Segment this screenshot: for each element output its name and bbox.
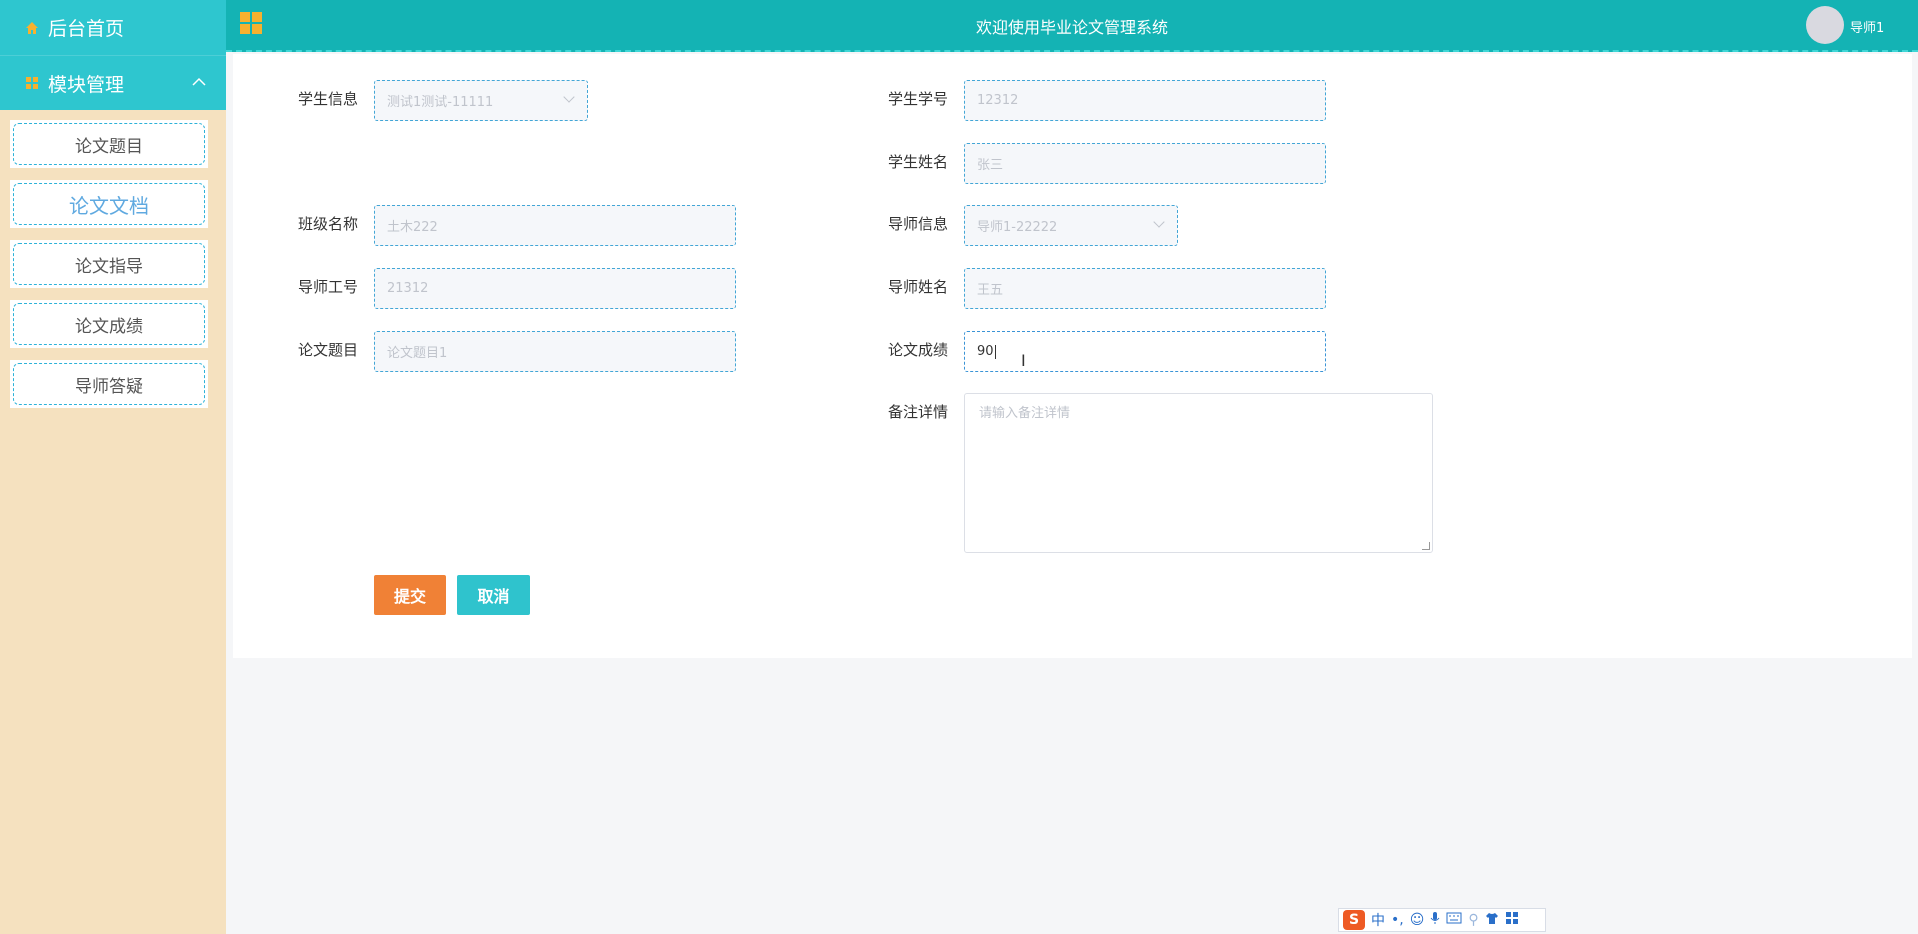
paper-title-label: 论文题目	[298, 341, 359, 359]
ime-logo-icon[interactable]: S	[1343, 910, 1365, 930]
page-title: 欢迎使用毕业论文管理系统	[975, 18, 1168, 37]
paper-score-label: 论文成绩	[888, 341, 949, 359]
tutor-name-field[interactable]: 王五	[964, 268, 1326, 309]
chevron-up-icon[interactable]	[192, 75, 206, 91]
tutor-info-value: 导师1-22222	[977, 220, 1058, 235]
sidebar: 后台首页 模块管理 论文题目 论文文档 论文指导 论文成绩 导师答疑	[0, 0, 226, 934]
form-panel: 学生信息 测试1测试-11111 班级名称 土木222 导师工号 21312 论…	[233, 54, 1912, 658]
sidebar-submenu: 论文题目 论文文档 论文指导 论文成绩 导师答疑	[0, 110, 226, 408]
cancel-button[interactable]: 取消	[457, 575, 530, 615]
sidebar-item-label: 论文成绩	[13, 303, 205, 345]
sidebar-item-paper-guide[interactable]: 论文指导	[10, 240, 208, 288]
sidebar-module-label: 模块管理	[48, 73, 125, 96]
mouse-cursor-icon: I	[1021, 351, 1026, 370]
chevron-down-icon	[1153, 216, 1165, 228]
student-info-select[interactable]: 测试1测试-11111	[374, 80, 588, 121]
mic-icon[interactable]	[1430, 911, 1440, 929]
home-icon	[24, 20, 40, 36]
paper-title-field[interactable]: 论文题目1	[374, 331, 736, 372]
sidebar-item-label: 论文题目	[13, 123, 205, 165]
tutor-info-label: 导师信息	[888, 215, 949, 233]
module-icon	[24, 75, 40, 91]
ime-punct-toggle[interactable]: •,	[1391, 912, 1404, 928]
sidebar-header: 后台首页 模块管理	[0, 0, 226, 110]
paper-score-value: 90	[977, 344, 994, 359]
user-name[interactable]: 导师1	[1850, 17, 1884, 36]
tutor-name-label: 导师姓名	[888, 278, 949, 296]
submit-button[interactable]: 提交	[374, 575, 446, 615]
student-no-field[interactable]: 12312	[964, 80, 1326, 121]
class-name-label: 班级名称	[298, 215, 359, 233]
emoji-icon[interactable]: ☺	[1410, 912, 1425, 928]
top-bar: 欢迎使用毕业论文管理系统 导师1	[226, 0, 1918, 52]
text-caret	[995, 345, 996, 359]
sidebar-item-paper-title[interactable]: 论文题目	[10, 120, 208, 168]
sidebar-item-label: 导师答疑	[13, 363, 205, 405]
remarks-label: 备注详情	[888, 403, 949, 421]
sidebar-item-label: 论文文档	[13, 183, 205, 225]
student-name-field[interactable]: 张三	[964, 143, 1326, 184]
sidebar-item-label: 论文指导	[13, 243, 205, 285]
tutor-no-label: 导师工号	[298, 278, 359, 296]
tutor-no-field[interactable]: 21312	[374, 268, 736, 309]
class-name-field[interactable]: 土木222	[374, 205, 736, 246]
resize-handle-icon[interactable]	[1422, 542, 1430, 550]
student-info-label: 学生信息	[298, 90, 359, 108]
student-info-value: 测试1测试-11111	[387, 95, 494, 110]
shirt-icon[interactable]	[1485, 912, 1499, 929]
sidebar-item-home[interactable]: 后台首页	[0, 0, 226, 55]
grid-icon[interactable]	[1505, 911, 1519, 929]
student-no-label: 学生学号	[888, 90, 949, 108]
ime-lang-toggle[interactable]: 中	[1371, 910, 1385, 930]
sidebar-item-paper-doc[interactable]: 论文文档	[10, 180, 208, 228]
class-name-value: 土木222	[387, 220, 438, 235]
tutor-info-select[interactable]: 导师1-22222	[964, 205, 1178, 246]
sidebar-item-paper-score[interactable]: 论文成绩	[10, 300, 208, 348]
keyboard-icon[interactable]	[1446, 912, 1462, 928]
sidebar-item-module[interactable]: 模块管理	[0, 55, 226, 110]
student-name-label: 学生姓名	[888, 153, 949, 171]
chevron-down-icon	[563, 91, 575, 103]
paper-title-value: 论文题目1	[387, 346, 448, 361]
tutor-name-value: 王五	[977, 283, 1004, 298]
sidebar-item-tutor-qa[interactable]: 导师答疑	[10, 360, 208, 408]
tutor-no-value: 21312	[387, 281, 429, 296]
sidebar-home-label: 后台首页	[48, 18, 125, 40]
student-name-value: 张三	[977, 158, 1004, 173]
paper-score-input[interactable]: 90	[964, 331, 1326, 372]
remarks-textarea[interactable]: 请输入备注详情	[964, 393, 1433, 553]
student-no-value: 12312	[977, 93, 1019, 108]
avatar[interactable]	[1806, 6, 1844, 44]
ime-toolbar: S 中 •, ☺ ⚲	[1338, 908, 1546, 932]
person-icon[interactable]: ⚲	[1468, 912, 1478, 928]
remarks-placeholder: 请输入备注详情	[979, 406, 1071, 421]
